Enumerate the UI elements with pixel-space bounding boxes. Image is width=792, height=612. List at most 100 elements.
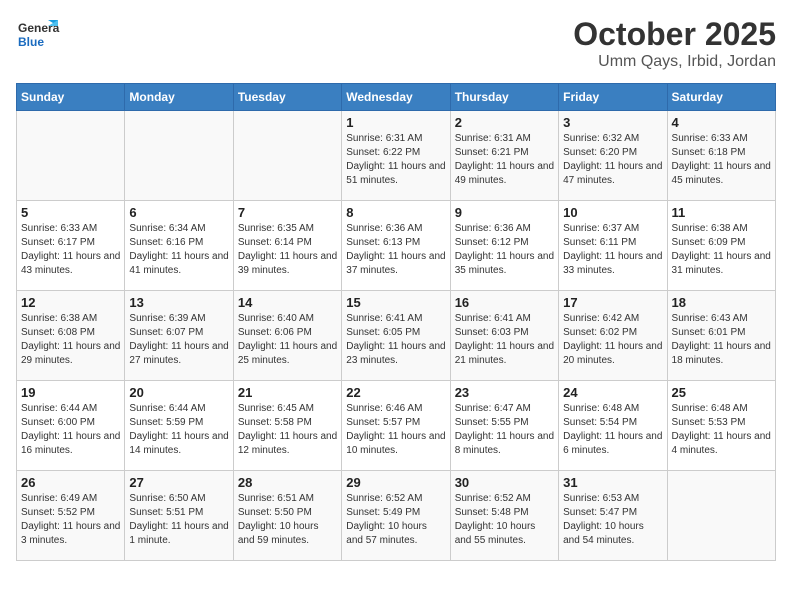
weekday-header-saturday: Saturday [667, 84, 775, 111]
day-info: Sunrise: 6:40 AM Sunset: 6:06 PM Dayligh… [238, 312, 337, 368]
day-number: 30 [455, 475, 554, 490]
calendar-day-17: 17Sunrise: 6:42 AM Sunset: 6:02 PM Dayli… [559, 291, 667, 381]
day-info: Sunrise: 6:33 AM Sunset: 6:17 PM Dayligh… [21, 222, 120, 278]
calendar-week-row: 1Sunrise: 6:31 AM Sunset: 6:22 PM Daylig… [17, 111, 776, 201]
day-info: Sunrise: 6:38 AM Sunset: 6:09 PM Dayligh… [672, 222, 771, 278]
day-number: 21 [238, 385, 337, 400]
day-number: 7 [238, 205, 337, 220]
logo: General Blue [16, 16, 60, 60]
weekday-header-wednesday: Wednesday [342, 84, 450, 111]
day-number: 14 [238, 295, 337, 310]
calendar-day-30: 30 Sunrise: 6:52 AM Sunset: 5:48 PM Dayli… [450, 471, 558, 561]
calendar-empty-cell [17, 111, 125, 201]
calendar-day-22: 22Sunrise: 6:46 AM Sunset: 5:57 PM Dayli… [342, 381, 450, 471]
day-number: 15 [346, 295, 445, 310]
day-info: Sunrise: 6:45 AM Sunset: 5:58 PM Dayligh… [238, 402, 337, 458]
day-number: 20 [129, 385, 228, 400]
calendar-day-1: 1Sunrise: 6:31 AM Sunset: 6:22 PM Daylig… [342, 111, 450, 201]
calendar-empty-cell [667, 471, 775, 561]
day-number: 27 [129, 475, 228, 490]
page-title: October 2025 [573, 16, 776, 53]
page-subtitle: Umm Qays, Irbid, Jordan [573, 53, 776, 71]
day-info: Sunrise: 6:31 AM Sunset: 6:21 PM Dayligh… [455, 132, 554, 188]
calendar-day-26: 26 Sunrise: 6:49 AM Sunset: 5:52 PM Dayli… [17, 471, 125, 561]
day-number: 18 [672, 295, 771, 310]
weekday-header-monday: Monday [125, 84, 233, 111]
day-number: 31 [563, 475, 662, 490]
calendar-week-row: 19 Sunrise: 6:44 AM Sunset: 6:00 PM Dayli… [17, 381, 776, 471]
weekday-header-friday: Friday [559, 84, 667, 111]
day-info: Sunrise: 6:48 AM Sunset: 5:53 PM Dayligh… [672, 402, 771, 458]
day-number: 13 [129, 295, 228, 310]
day-info: Sunrise: 6:41 AM Sunset: 6:03 PM Dayligh… [455, 312, 554, 368]
calendar-week-row: 12 Sunrise: 6:38 AM Sunset: 6:08 PM Dayli… [17, 291, 776, 381]
day-number: 16 [455, 295, 554, 310]
calendar-day-24: 24 Sunrise: 6:48 AM Sunset: 5:54 PM Dayli… [559, 381, 667, 471]
calendar-day-15: 15Sunrise: 6:41 AM Sunset: 6:05 PM Dayli… [342, 291, 450, 381]
calendar-day-8: 8 Sunrise: 6:36 AM Sunset: 6:13 PM Daylig… [342, 201, 450, 291]
calendar-day-18: 18 Sunrise: 6:43 AM Sunset: 6:01 PM Dayli… [667, 291, 775, 381]
calendar-empty-cell [233, 111, 341, 201]
day-info: Sunrise: 6:36 AM Sunset: 6:13 PM Dayligh… [346, 222, 445, 278]
day-info: Sunrise: 6:49 AM Sunset: 5:52 PM Dayligh… [21, 492, 120, 548]
weekday-header-tuesday: Tuesday [233, 84, 341, 111]
calendar-day-27: 27 Sunrise: 6:50 AM Sunset: 5:51 PM Dayli… [125, 471, 233, 561]
day-info: Sunrise: 6:31 AM Sunset: 6:22 PM Dayligh… [346, 132, 445, 188]
day-info: Sunrise: 6:43 AM Sunset: 6:01 PM Dayligh… [672, 312, 771, 368]
day-info: Sunrise: 6:32 AM Sunset: 6:20 PM Dayligh… [563, 132, 662, 188]
day-info: Sunrise: 6:48 AM Sunset: 5:54 PM Dayligh… [563, 402, 662, 458]
calendar-empty-cell [125, 111, 233, 201]
day-info: Sunrise: 6:35 AM Sunset: 6:14 PM Dayligh… [238, 222, 337, 278]
calendar-week-row: 5 Sunrise: 6:33 AM Sunset: 6:17 PM Daylig… [17, 201, 776, 291]
calendar-day-10: 10Sunrise: 6:37 AM Sunset: 6:11 PM Dayli… [559, 201, 667, 291]
calendar-week-row: 26 Sunrise: 6:49 AM Sunset: 5:52 PM Dayli… [17, 471, 776, 561]
day-info: Sunrise: 6:39 AM Sunset: 6:07 PM Dayligh… [129, 312, 228, 368]
calendar-day-12: 12 Sunrise: 6:38 AM Sunset: 6:08 PM Dayli… [17, 291, 125, 381]
calendar-day-31: 31Sunrise: 6:53 AM Sunset: 5:47 PM Dayli… [559, 471, 667, 561]
weekday-header-row: SundayMondayTuesdayWednesdayThursdayFrid… [17, 84, 776, 111]
calendar-day-20: 20Sunrise: 6:44 AM Sunset: 5:59 PM Dayli… [125, 381, 233, 471]
calendar-day-4: 4Sunrise: 6:33 AM Sunset: 6:18 PM Daylig… [667, 111, 775, 201]
calendar-day-2: 2 Sunrise: 6:31 AM Sunset: 6:21 PM Daylig… [450, 111, 558, 201]
day-info: Sunrise: 6:51 AM Sunset: 5:50 PM Dayligh… [238, 492, 337, 548]
day-info: Sunrise: 6:52 AM Sunset: 5:49 PM Dayligh… [346, 492, 445, 548]
calendar-day-7: 7 Sunrise: 6:35 AM Sunset: 6:14 PM Daylig… [233, 201, 341, 291]
svg-text:Blue: Blue [18, 35, 44, 49]
day-number: 28 [238, 475, 337, 490]
day-info: Sunrise: 6:38 AM Sunset: 6:08 PM Dayligh… [21, 312, 120, 368]
day-number: 26 [21, 475, 120, 490]
day-info: Sunrise: 6:47 AM Sunset: 5:55 PM Dayligh… [455, 402, 554, 458]
calendar-day-21: 21 Sunrise: 6:45 AM Sunset: 5:58 PM Dayli… [233, 381, 341, 471]
day-number: 5 [21, 205, 120, 220]
day-info: Sunrise: 6:36 AM Sunset: 6:12 PM Dayligh… [455, 222, 554, 278]
weekday-header-sunday: Sunday [17, 84, 125, 111]
calendar-day-11: 11 Sunrise: 6:38 AM Sunset: 6:09 PM Dayli… [667, 201, 775, 291]
calendar-day-19: 19 Sunrise: 6:44 AM Sunset: 6:00 PM Dayli… [17, 381, 125, 471]
calendar-day-28: 28 Sunrise: 6:51 AM Sunset: 5:50 PM Dayli… [233, 471, 341, 561]
logo-svg: General Blue [16, 16, 60, 60]
day-info: Sunrise: 6:52 AM Sunset: 5:48 PM Dayligh… [455, 492, 554, 548]
calendar-day-5: 5 Sunrise: 6:33 AM Sunset: 6:17 PM Daylig… [17, 201, 125, 291]
weekday-header-thursday: Thursday [450, 84, 558, 111]
calendar-day-3: 3Sunrise: 6:32 AM Sunset: 6:20 PM Daylig… [559, 111, 667, 201]
day-number: 9 [455, 205, 554, 220]
day-number: 12 [21, 295, 120, 310]
calendar-day-23: 23 Sunrise: 6:47 AM Sunset: 5:55 PM Dayli… [450, 381, 558, 471]
day-number: 2 [455, 115, 554, 130]
day-info: Sunrise: 6:42 AM Sunset: 6:02 PM Dayligh… [563, 312, 662, 368]
day-number: 10 [563, 205, 662, 220]
day-number: 11 [672, 205, 771, 220]
calendar-day-13: 13 Sunrise: 6:39 AM Sunset: 6:07 PM Dayli… [125, 291, 233, 381]
page-header: General Blue October 2025 Umm Qays, Irbi… [16, 16, 776, 71]
day-info: Sunrise: 6:50 AM Sunset: 5:51 PM Dayligh… [129, 492, 228, 548]
day-number: 24 [563, 385, 662, 400]
day-number: 25 [672, 385, 771, 400]
calendar-day-16: 16 Sunrise: 6:41 AM Sunset: 6:03 PM Dayli… [450, 291, 558, 381]
day-info: Sunrise: 6:46 AM Sunset: 5:57 PM Dayligh… [346, 402, 445, 458]
day-info: Sunrise: 6:44 AM Sunset: 6:00 PM Dayligh… [21, 402, 120, 458]
day-number: 23 [455, 385, 554, 400]
title-block: October 2025 Umm Qays, Irbid, Jordan [573, 16, 776, 71]
day-info: Sunrise: 6:34 AM Sunset: 6:16 PM Dayligh… [129, 222, 228, 278]
day-number: 19 [21, 385, 120, 400]
day-number: 8 [346, 205, 445, 220]
